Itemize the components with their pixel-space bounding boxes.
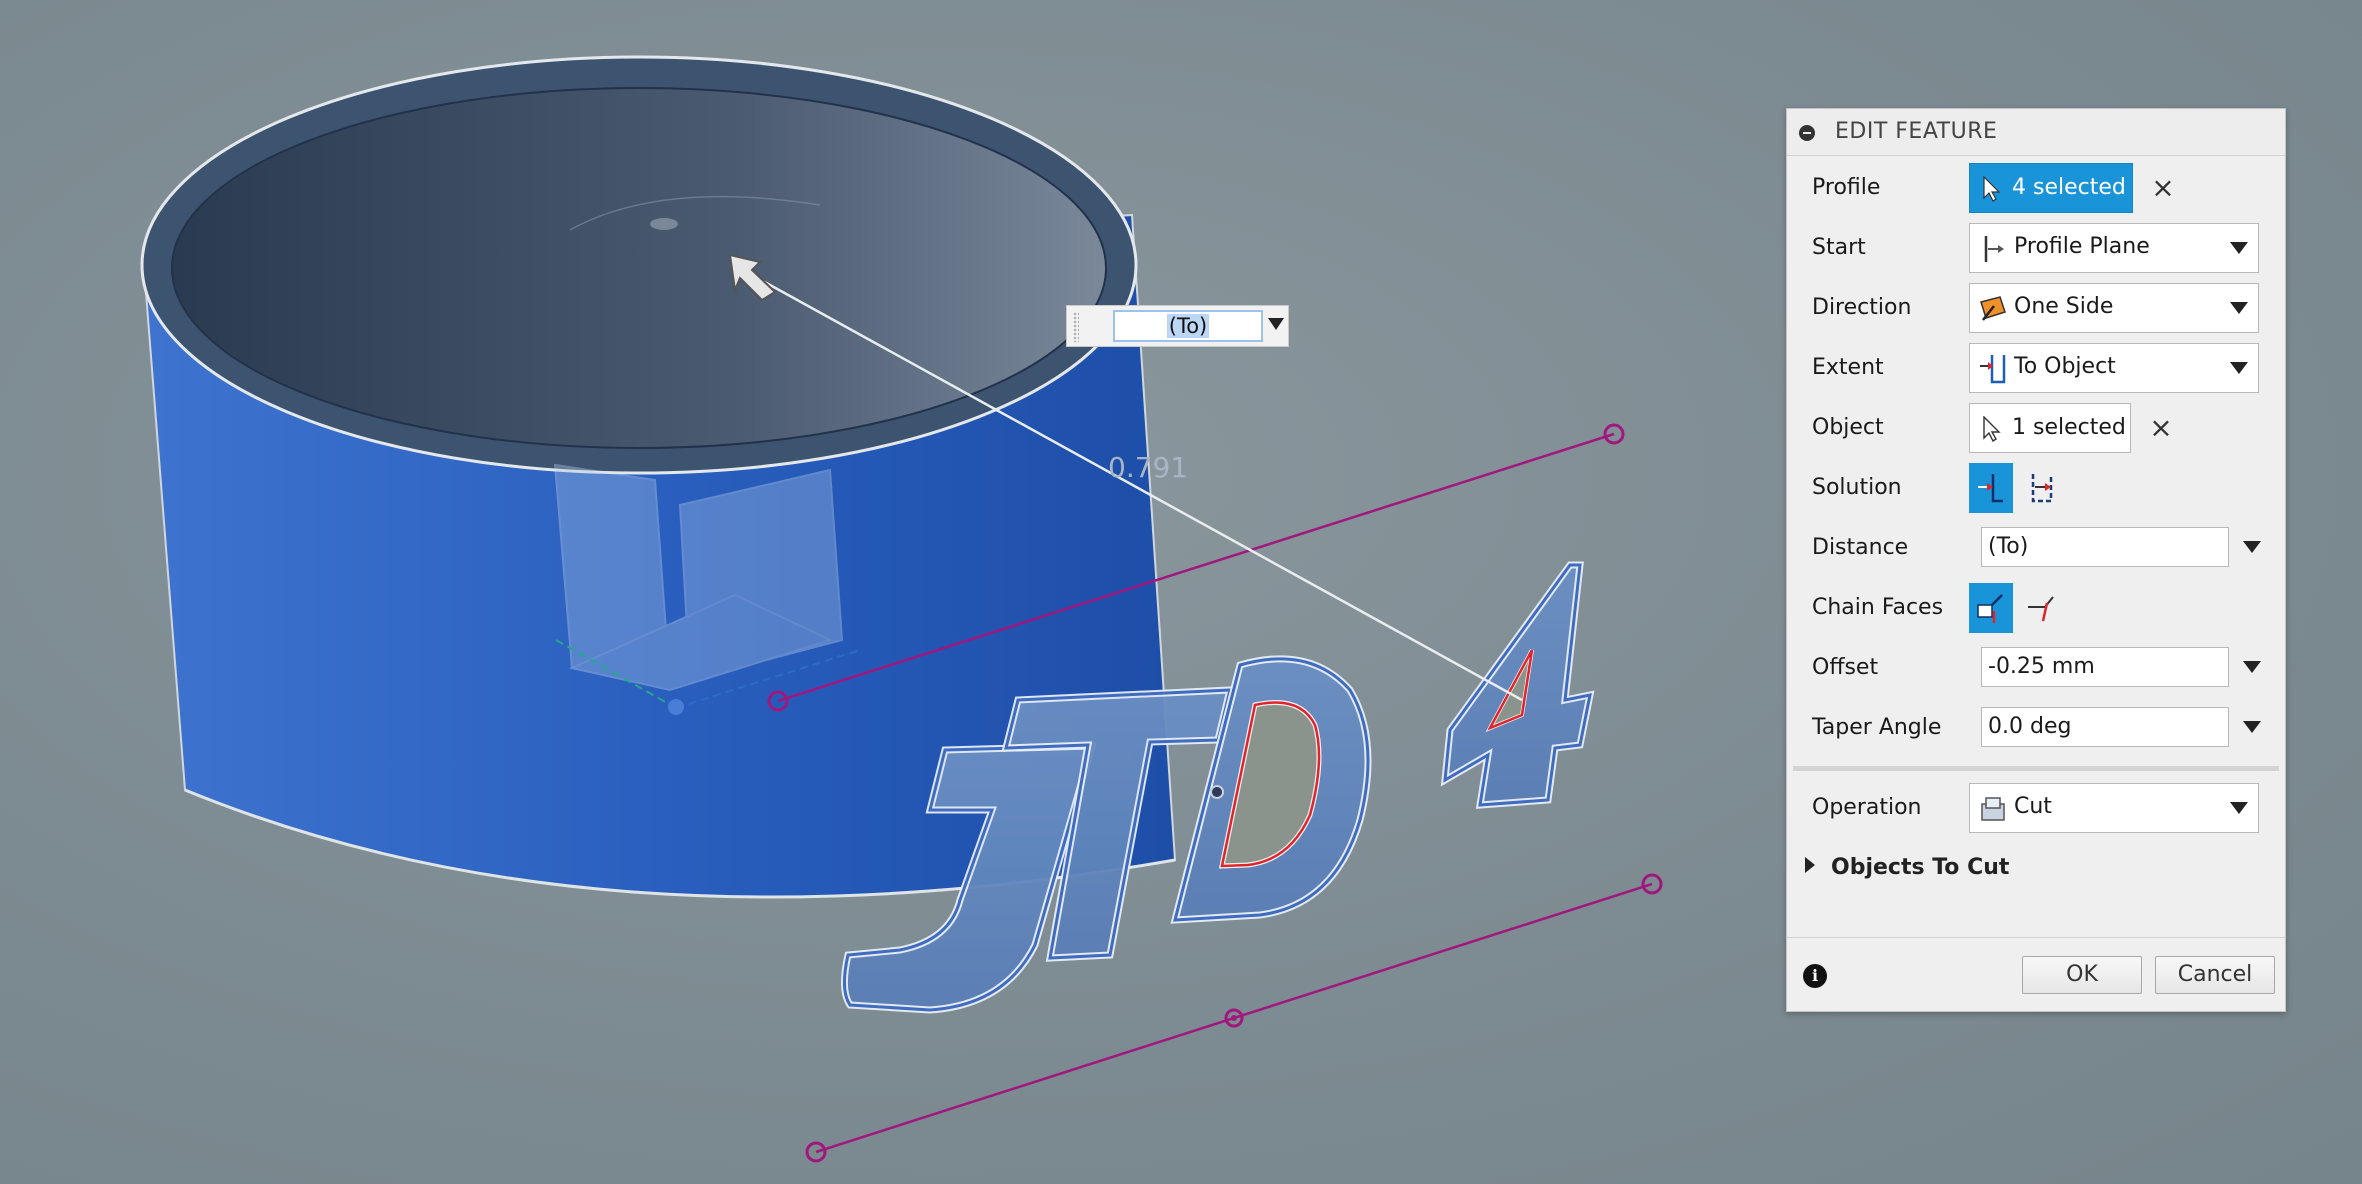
offset-label: Offset bbox=[1812, 655, 1879, 680]
solution-option-1-button[interactable] bbox=[1969, 463, 2013, 513]
taper-angle-label: Taper Angle bbox=[1812, 715, 1942, 740]
panel-header[interactable]: EDIT FEATURE bbox=[1787, 109, 2285, 156]
chain-faces-label: Chain Faces bbox=[1812, 595, 1944, 620]
chain-faces-icon bbox=[1977, 594, 2003, 623]
letter-4-profile[interactable] bbox=[1440, 561, 1595, 809]
taper-angle-chevron-down-icon[interactable] bbox=[2243, 721, 2261, 733]
dimension-label: 0.791 bbox=[1108, 451, 1188, 484]
direction-dropdown[interactable]: One Side bbox=[1969, 283, 2259, 333]
solution-option-2-button[interactable] bbox=[2019, 463, 2063, 513]
direction-value: One Side bbox=[2014, 294, 2114, 319]
origin-point[interactable] bbox=[668, 699, 684, 715]
object-selection-button[interactable]: 1 selected bbox=[1969, 403, 2131, 453]
start-dropdown[interactable]: Profile Plane bbox=[1969, 223, 2259, 273]
profile-plane-icon bbox=[1984, 236, 2004, 262]
sketch-midpoint-dot bbox=[1231, 1015, 1237, 1021]
ok-button[interactable]: OK bbox=[2022, 956, 2142, 994]
chevron-down-icon bbox=[2230, 802, 2248, 814]
operation-value: Cut bbox=[2014, 794, 2052, 819]
extent-label: Extent bbox=[1812, 355, 1884, 380]
panel-title: EDIT FEATURE bbox=[1835, 119, 1998, 144]
direction-label: Direction bbox=[1812, 295, 1912, 320]
operation-label: Operation bbox=[1812, 795, 1922, 820]
start-label: Start bbox=[1812, 235, 1866, 260]
clear-object-close-icon[interactable]: × bbox=[2147, 414, 2175, 442]
info-icon[interactable]: i bbox=[1803, 964, 1827, 988]
chain-faces-off-button[interactable] bbox=[2019, 583, 2063, 633]
profile-selection-button[interactable]: 4 selected bbox=[1969, 163, 2133, 213]
dimension-dropdown-arrow-icon[interactable] bbox=[1268, 318, 1284, 330]
one-side-icon bbox=[1980, 296, 2006, 321]
cancel-button[interactable]: Cancel bbox=[2155, 956, 2275, 994]
section-divider bbox=[1793, 766, 2279, 771]
distance-input[interactable]: (To) bbox=[1981, 527, 2229, 567]
chevron-down-icon bbox=[2230, 362, 2248, 374]
chain-faces-on-button[interactable] bbox=[1969, 583, 2013, 633]
to-object-icon bbox=[1980, 355, 2006, 384]
dimension-input[interactable]: (To) bbox=[1113, 310, 1263, 342]
expand-triangle-icon bbox=[1805, 857, 1815, 873]
operation-dropdown[interactable]: Cut bbox=[1969, 783, 2259, 833]
chevron-down-icon bbox=[2230, 242, 2248, 254]
hold-body-icon bbox=[2031, 474, 2053, 503]
offset-input[interactable]: -0.25 mm bbox=[1981, 647, 2229, 687]
distance-label: Distance bbox=[1812, 535, 1909, 560]
objects-to-cut-expander[interactable]: Objects To Cut bbox=[1805, 855, 2009, 880]
cursor-icon bbox=[1983, 176, 2001, 202]
distance-chevron-down-icon[interactable] bbox=[2243, 541, 2261, 553]
footer-divider bbox=[1787, 937, 2285, 938]
start-value: Profile Plane bbox=[2014, 234, 2150, 259]
extent-value: To Object bbox=[2014, 354, 2116, 379]
dimension-input-box[interactable]: (To) bbox=[1066, 305, 1289, 347]
clear-profile-close-icon[interactable]: × bbox=[2149, 174, 2177, 202]
objects-to-cut-label: Objects To Cut bbox=[1831, 855, 2010, 880]
profile-label: Profile bbox=[1812, 175, 1881, 200]
profile-selection-text: 4 selected bbox=[2012, 175, 2126, 200]
collapse-icon[interactable] bbox=[1799, 125, 1815, 141]
extent-dropdown[interactable]: To Object bbox=[1969, 343, 2259, 393]
taper-angle-input[interactable]: 0.0 deg bbox=[1981, 707, 2229, 747]
edit-feature-panel: EDIT FEATURE Profile 4 selected × Start … bbox=[1786, 108, 2286, 1012]
solution-label: Solution bbox=[1812, 475, 1902, 500]
cut-operation-icon bbox=[1981, 797, 2005, 821]
object-selection-text: 1 selected bbox=[2012, 415, 2126, 440]
drag-grip-icon[interactable] bbox=[1073, 312, 1079, 342]
object-label: Object bbox=[1812, 415, 1884, 440]
no-chain-faces-icon bbox=[2028, 596, 2054, 622]
cursor-icon bbox=[1983, 416, 2001, 442]
adjacent-face-icon bbox=[1978, 474, 2003, 503]
offset-chevron-down-icon[interactable] bbox=[2243, 661, 2261, 673]
chevron-down-icon bbox=[2230, 302, 2248, 314]
